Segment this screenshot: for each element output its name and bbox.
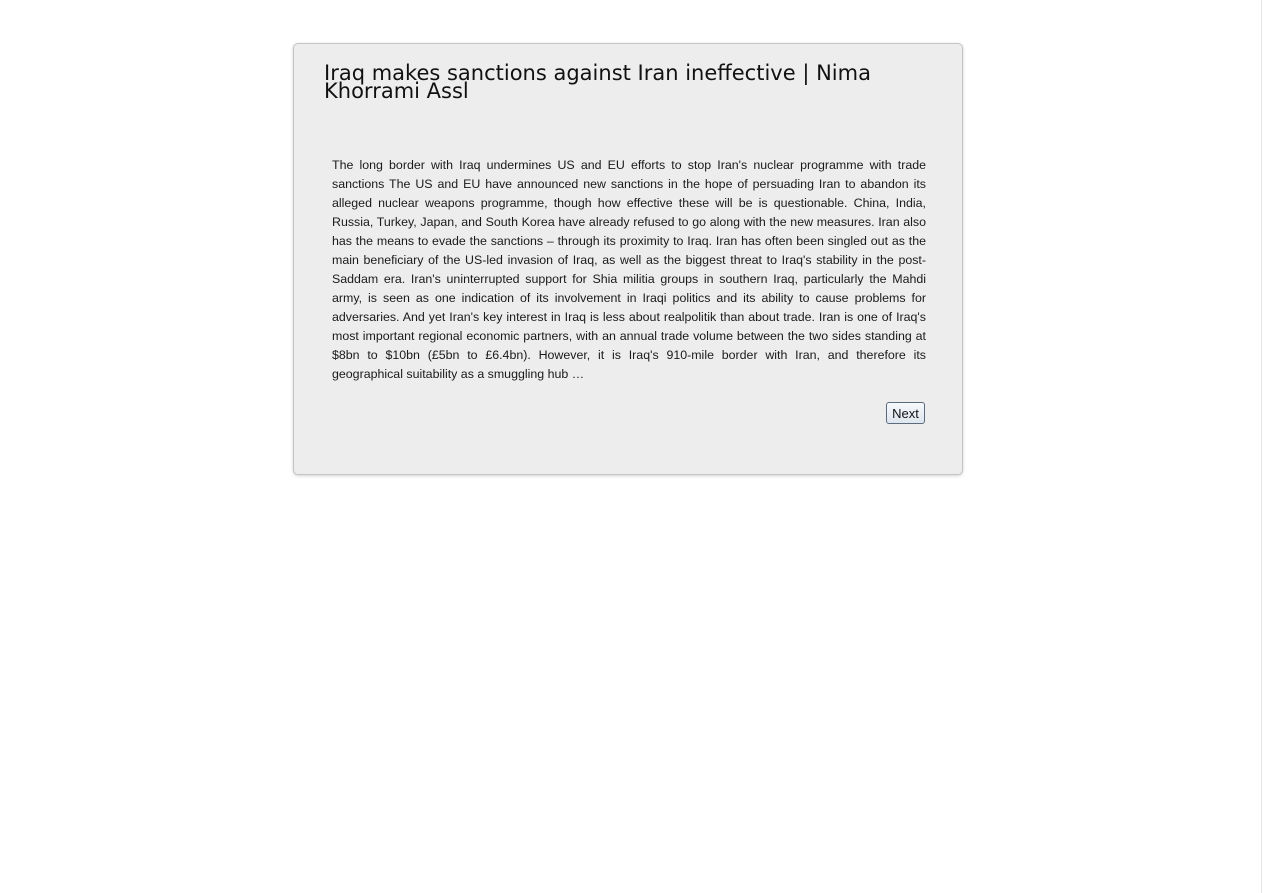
- article-title: Iraq makes sanctions against Iran ineffe…: [324, 61, 871, 103]
- next-button[interactable]: Next: [886, 402, 925, 424]
- article-body: The long border with Iraq undermines US …: [332, 158, 926, 381]
- article-card: Iraq makes sanctions against Iran ineffe…: [293, 43, 963, 475]
- page-edge-divider: [1261, 0, 1262, 893]
